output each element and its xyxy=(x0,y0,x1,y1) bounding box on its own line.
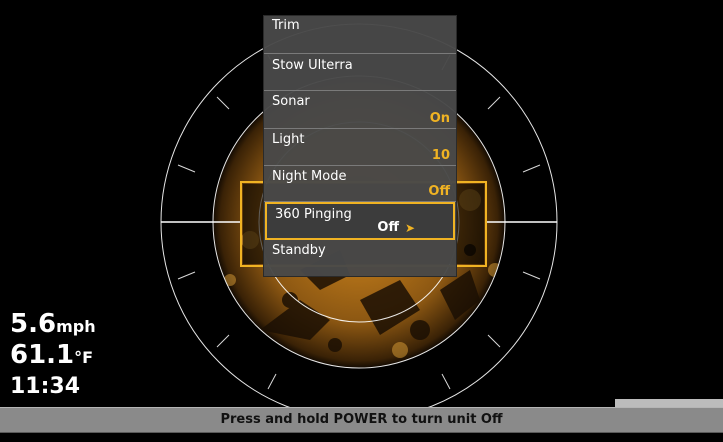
menu-item-label: Sonar xyxy=(272,94,310,109)
menu-item-trim[interactable]: Trim xyxy=(264,16,456,54)
speed-readout: 5.6mph xyxy=(10,309,96,339)
sonar-value: On xyxy=(429,111,450,126)
menu-item-label: Stow Ulterra xyxy=(272,58,353,73)
x-press-menu: Trim Stow Ulterra Sonar On Light 10 Nigh… xyxy=(263,15,457,277)
menu-item-light[interactable]: Light 10 xyxy=(264,129,456,166)
menu-item-label: Light xyxy=(272,132,305,147)
menu-item-stow-ulterra[interactable]: Stow Ulterra xyxy=(264,54,456,91)
water-temp-readout: 61.1°F xyxy=(10,340,93,370)
menu-item-night-mode[interactable]: Night Mode Off xyxy=(264,166,456,202)
status-bar: Press and hold POWER to turn unit Off xyxy=(0,407,723,433)
menu-item-360-pinging[interactable]: 360 Pinging Off ➤ xyxy=(265,202,455,240)
menu-item-label: 360 Pinging xyxy=(275,207,352,222)
menu-item-sonar[interactable]: Sonar On xyxy=(264,91,456,129)
speed-unit: mph xyxy=(56,317,96,336)
menu-item-label: Standby xyxy=(272,243,326,258)
temp-value: 61.1 xyxy=(10,340,75,370)
time-readout: 11:34 xyxy=(10,374,81,399)
chevron-right-icon[interactable]: ➤ xyxy=(405,221,415,235)
speed-value: 5.6 xyxy=(10,309,57,339)
light-value: 10 xyxy=(431,148,450,163)
temp-unit: °F xyxy=(74,348,94,367)
menu-item-label: Trim xyxy=(272,18,300,33)
menu-item-standby[interactable]: Standby xyxy=(264,240,456,270)
menu-item-label: Night Mode xyxy=(272,169,347,184)
360-pinging-value: Off xyxy=(377,220,399,235)
night-mode-value: Off xyxy=(428,184,450,199)
